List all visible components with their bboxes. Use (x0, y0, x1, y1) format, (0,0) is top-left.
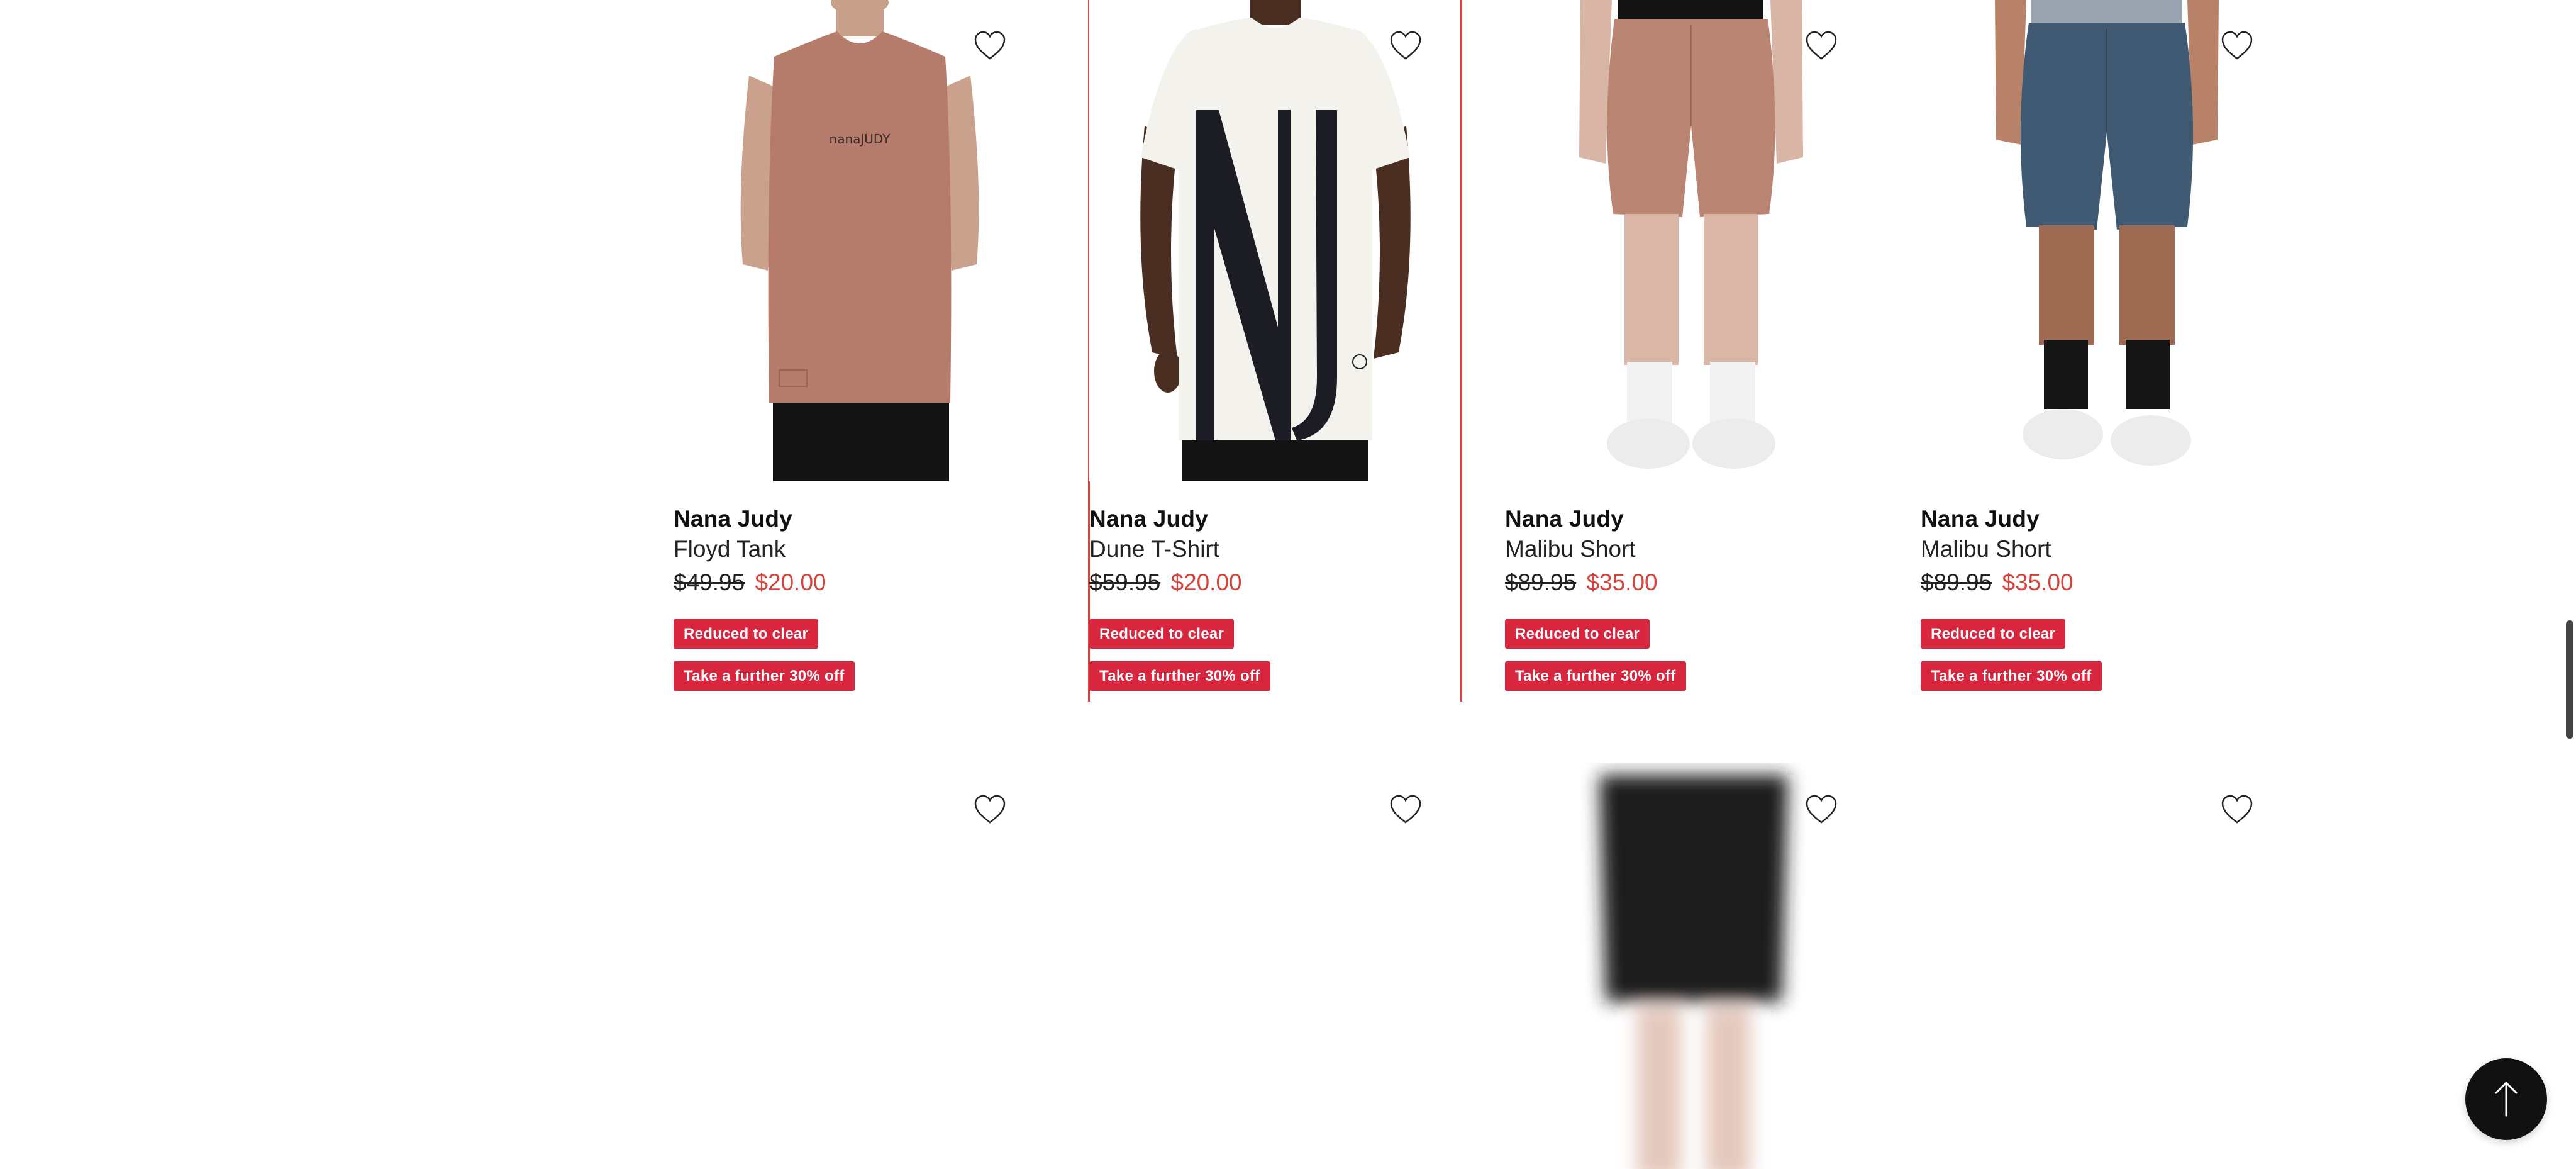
original-price: $89.95 (1921, 569, 1992, 595)
product-price: $59.95 $20.00 (1089, 569, 1242, 596)
arrow-up-icon (2495, 1082, 2518, 1117)
promo-badge-reduced: Reduced to clear (1921, 619, 2066, 649)
sale-price: $20.00 (1170, 569, 1242, 595)
product-image[interactable] (1089, 0, 1462, 481)
product-brand[interactable]: Nana Judy (1921, 506, 2040, 532)
promo-badge-reduced: Reduced to clear (1089, 619, 1235, 649)
wishlist-button[interactable] (1384, 24, 1428, 68)
original-price: $89.95 (1505, 569, 1577, 595)
tshirt-model-image (1089, 0, 1462, 481)
promo-badge-reduced: Reduced to clear (674, 619, 819, 649)
product-brand[interactable]: Nana Judy (674, 506, 792, 532)
scrollbar-thumb[interactable] (2566, 620, 2573, 739)
sale-price: $20.00 (755, 569, 826, 595)
product-card[interactable]: Nana Judy Malibu Short $89.95 $35.00 Red… (1921, 0, 2317, 702)
shorts-model-image (1921, 0, 2293, 481)
heart-outline-icon (2221, 31, 2253, 60)
heart-outline-icon (974, 31, 1006, 60)
original-price: $59.95 (1089, 569, 1161, 595)
original-price: $49.95 (674, 569, 745, 595)
product-image[interactable] (1921, 0, 2293, 481)
wishlist-button[interactable] (968, 24, 1012, 68)
promo-badge-further-off: Take a further 30% off (1505, 661, 1686, 691)
product-card[interactable] (674, 763, 1070, 1169)
product-card[interactable] (1505, 763, 1901, 1169)
promo-badge-reduced: Reduced to clear (1505, 619, 1650, 649)
product-image[interactable] (1505, 0, 1877, 481)
scrollbar-track[interactable] (2565, 0, 2576, 1169)
product-brand[interactable]: Nana Judy (1089, 506, 1208, 532)
product-price: $89.95 $35.00 (1505, 569, 1658, 596)
product-grid-page: nanaJUDY Nana Judy Floyd Tank $49.95 $20… (0, 0, 2576, 1169)
heart-outline-icon (1390, 795, 1421, 824)
product-name[interactable]: Dune T-Shirt (1089, 536, 1219, 562)
product-card[interactable]: nanaJUDY Nana Judy Floyd Tank $49.95 $20… (674, 0, 1070, 702)
heart-outline-icon (2221, 795, 2253, 824)
product-card[interactable] (1921, 763, 2317, 1169)
heart-outline-icon (1390, 31, 1421, 60)
product-card[interactable]: Nana Judy Malibu Short $89.95 $35.00 Red… (1505, 0, 1901, 702)
sale-price: $35.00 (1586, 569, 1658, 595)
wishlist-button[interactable] (2215, 788, 2259, 832)
shorts-model-image (1505, 0, 1877, 481)
heart-outline-icon (1806, 31, 1837, 60)
heart-outline-icon (1806, 795, 1837, 824)
wishlist-button[interactable] (1799, 788, 1843, 832)
promo-badge-further-off: Take a further 30% off (1921, 661, 2102, 691)
tank-model-image: nanaJUDY (674, 0, 1046, 481)
product-card-selected[interactable]: Nana Judy Dune T-Shirt $59.95 $20.00 Red… (1088, 0, 1485, 702)
product-card[interactable] (1089, 763, 1485, 1169)
product-image[interactable]: nanaJUDY (674, 0, 1046, 481)
back-to-top-button[interactable] (2465, 1058, 2547, 1140)
promo-badge-further-off: Take a further 30% off (674, 661, 855, 691)
heart-outline-icon (974, 795, 1006, 824)
product-brand[interactable]: Nana Judy (1505, 506, 1624, 532)
product-name[interactable]: Malibu Short (1921, 536, 2051, 562)
wishlist-button[interactable] (2215, 24, 2259, 68)
wishlist-button[interactable] (1384, 788, 1428, 832)
product-price: $49.95 $20.00 (674, 569, 826, 596)
product-name[interactable]: Malibu Short (1505, 536, 1636, 562)
promo-badge-further-off: Take a further 30% off (1089, 661, 1270, 691)
wishlist-button[interactable] (1799, 24, 1843, 68)
product-price: $89.95 $35.00 (1921, 569, 2074, 596)
product-name[interactable]: Floyd Tank (674, 536, 786, 562)
wishlist-button[interactable] (968, 788, 1012, 832)
sale-price: $35.00 (2002, 569, 2074, 595)
svg-text:nanaJUDY: nanaJUDY (830, 131, 891, 147)
